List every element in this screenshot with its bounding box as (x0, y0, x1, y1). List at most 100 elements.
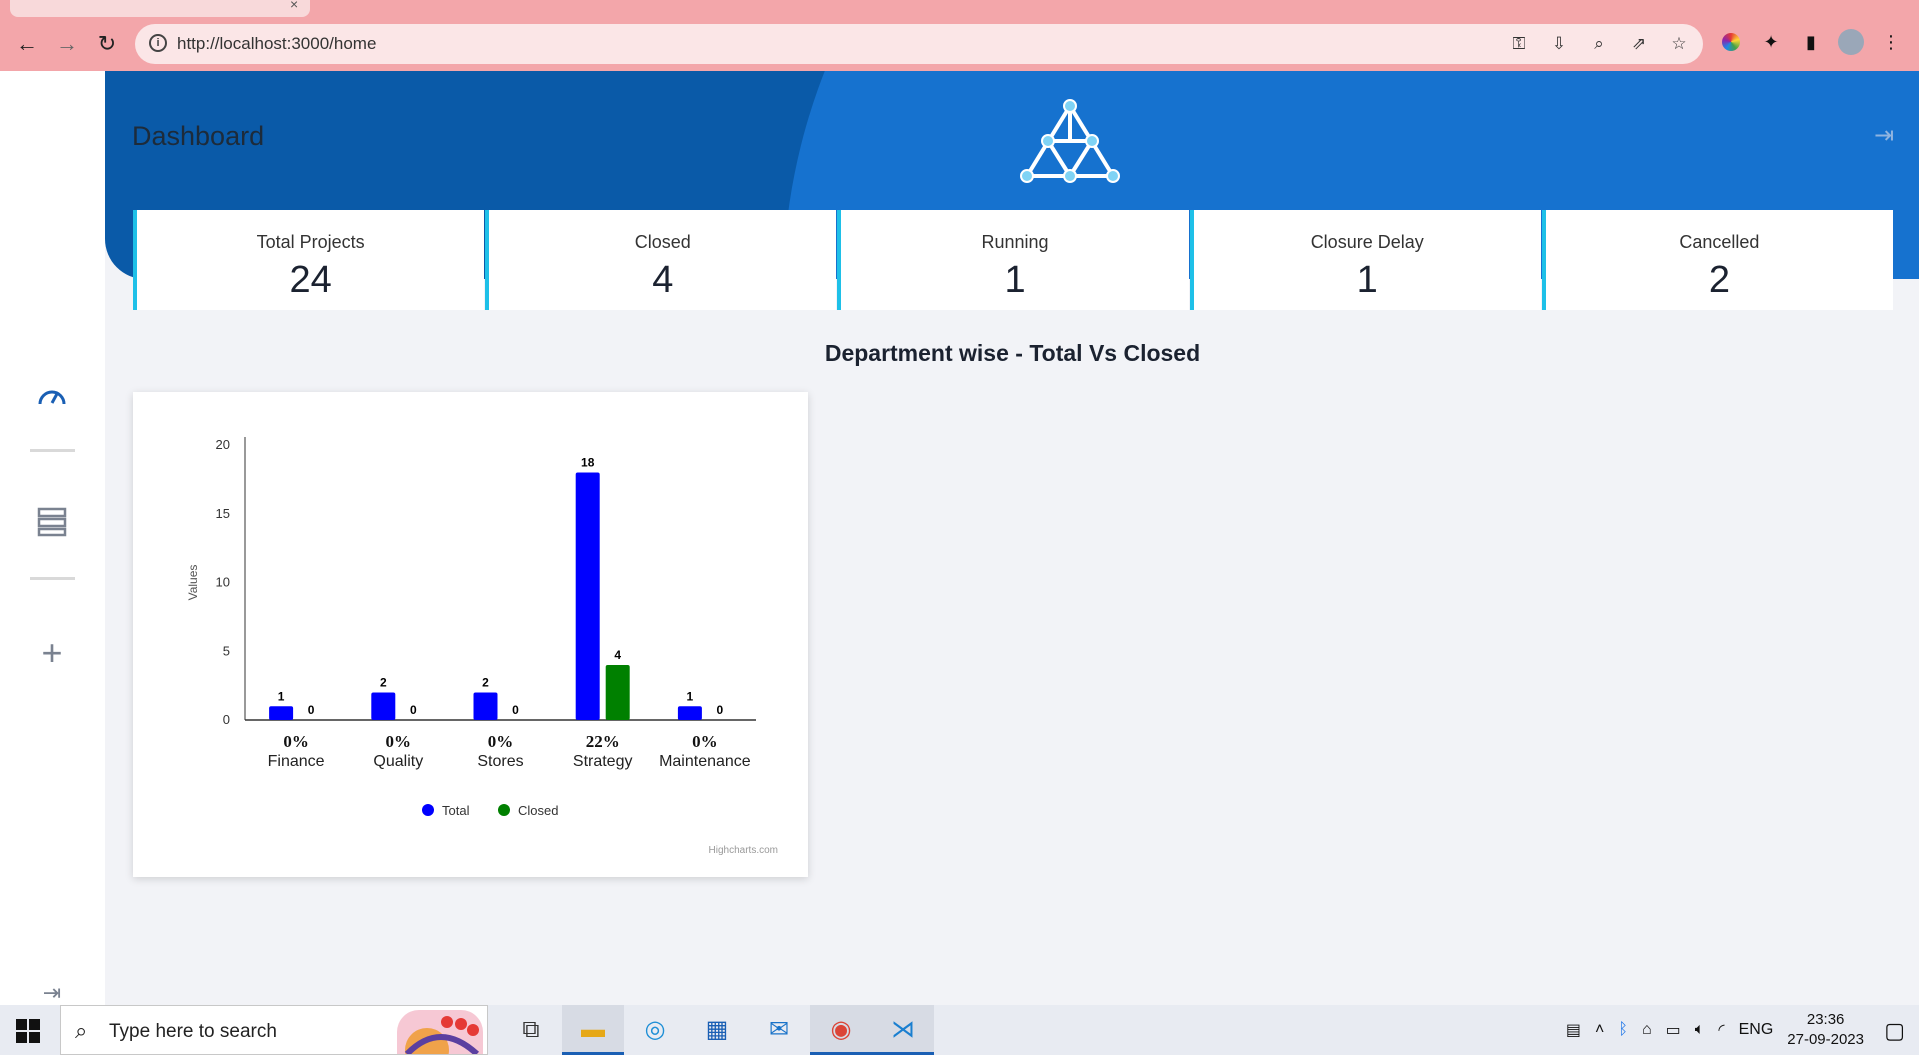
category-percentage: 0% (488, 732, 514, 751)
stat-card-closed: Closed 4 (485, 210, 837, 310)
data-label: 1 (687, 689, 694, 703)
url-text[interactable]: http://localhost:3000/home (177, 34, 376, 54)
news-widget-icon[interactable]: ▤ (1566, 1020, 1581, 1040)
color-wheel-extension-icon[interactable] (1722, 33, 1740, 51)
key-icon[interactable]: ⚿ (1507, 32, 1531, 56)
category-percentage: 0% (692, 732, 718, 751)
browser-toolbar: ← → ↻ i http://localhost:3000/home ⚿ ⇩ ⌕… (0, 17, 1919, 71)
bluetooth-icon[interactable]: ᛒ (1618, 1021, 1628, 1039)
meet-now-icon[interactable]: ⌂ (1642, 1021, 1652, 1039)
data-label: 18 (581, 456, 595, 470)
wifi-icon[interactable]: ◜ (1718, 1020, 1724, 1040)
edge-browser-icon[interactable]: ◎ (624, 1005, 686, 1055)
bar-total (677, 706, 702, 720)
notification-center-icon[interactable]: ▢ (1884, 1018, 1905, 1044)
language-indicator[interactable]: ENG (1739, 1021, 1774, 1039)
data-label: 0 (512, 703, 519, 717)
clock[interactable]: 23:36 27-09-2023 (1787, 1010, 1864, 1050)
legend-label: Total (442, 803, 470, 818)
x-tick-label: Stores (477, 753, 523, 770)
stat-label: Cancelled (1679, 232, 1760, 252)
share-icon[interactable]: ⇗ (1627, 32, 1651, 56)
data-label: 4 (614, 648, 621, 662)
data-label: 0 (717, 703, 724, 717)
mail-icon[interactable]: ✉ (748, 1005, 810, 1055)
back-arrow-icon[interactable]: ← (12, 29, 42, 59)
install-app-icon[interactable]: ⇩ (1547, 32, 1571, 56)
stat-label: Total Projects (256, 232, 365, 252)
tray-overflow-chevron-icon[interactable]: ˄ (1595, 1021, 1604, 1039)
stat-label: Closure Delay (1310, 232, 1424, 252)
stat-value: 4 (652, 259, 674, 301)
y-tick-label: 5 (223, 643, 230, 658)
sidebar-divider (30, 577, 75, 580)
stat-value: 1 (1004, 259, 1026, 301)
file-explorer-icon[interactable]: ▬ (562, 1005, 624, 1055)
x-tick-label: Finance (268, 753, 325, 770)
stat-card-cancelled: Cancelled 2 (1541, 210, 1894, 310)
search-icon: ⌕ (75, 1018, 88, 1043)
site-info-icon[interactable]: i (149, 34, 167, 52)
stat-label: Running (981, 232, 1049, 252)
sidebar-divider (30, 449, 75, 452)
stat-card-running: Running 1 (837, 210, 1189, 310)
category-percentage: 0% (283, 732, 309, 751)
legend-label: Closed (518, 803, 558, 818)
data-label: 2 (380, 676, 387, 690)
zoom-icon[interactable]: ⌕ (1587, 32, 1611, 56)
stat-value: 2 (1708, 259, 1730, 301)
clock-time: 23:36 (1806, 1011, 1845, 1028)
bookmark-star-icon[interactable]: ☆ (1667, 32, 1691, 56)
vscode-icon[interactable]: ⋊ (872, 1005, 934, 1055)
sidebar: + ⇥ (0, 71, 105, 1005)
dashboard-gauge-icon[interactable] (32, 379, 72, 419)
bar-chart: 05101520Values100%Finance200%Quality200%… (186, 437, 778, 856)
data-label: 2 (482, 676, 489, 690)
chrome-browser-icon[interactable]: ◉ (810, 1005, 872, 1055)
stat-value: 24 (289, 259, 332, 301)
y-tick-label: 10 (216, 575, 230, 590)
browser-menu-icon[interactable]: ⋮ (1878, 29, 1904, 55)
forward-arrow-icon[interactable]: → (52, 29, 82, 59)
bar-total (575, 472, 600, 720)
stat-value: 1 (1356, 259, 1378, 301)
screen: × ← → ↻ i http://localhost:3000/home ⚿ ⇩… (0, 0, 1919, 1055)
extensions-puzzle-icon[interactable]: ✦ (1758, 29, 1784, 55)
chart-heading: Department wise - Total Vs Closed (824, 340, 1201, 366)
y-tick-label: 15 (216, 506, 230, 521)
active-tab[interactable]: × (10, 0, 310, 17)
address-bar[interactable]: i http://localhost:3000/home ⚿ ⇩ ⌕ ⇗ ☆ (135, 24, 1703, 64)
data-label: 0 (410, 703, 417, 717)
bar-total (473, 692, 498, 720)
bar-total (269, 706, 294, 720)
reload-icon[interactable]: ↻ (92, 29, 122, 59)
stat-cards: Total Projects 24 Closed 4 Running 1 Clo… (133, 210, 1894, 310)
stat-label: Closed (634, 232, 691, 252)
legend-marker-closed (498, 804, 510, 816)
tab-strip: × (0, 0, 1919, 17)
profile-avatar[interactable] (1838, 29, 1864, 55)
app-logo (1020, 99, 1120, 183)
add-plus-icon[interactable]: + (32, 633, 72, 673)
logout-icon[interactable]: ⇥ (1869, 121, 1899, 151)
list-stack-icon[interactable] (32, 507, 72, 547)
taskbar-search-box[interactable]: ⌕ Type here to search (60, 1005, 488, 1055)
battery-icon[interactable]: ▭ (1666, 1020, 1681, 1040)
windows-start-icon[interactable] (16, 1019, 40, 1043)
clock-date: 27-09-2023 (1787, 1031, 1864, 1048)
category-percentage: 22% (586, 732, 620, 751)
store-icon[interactable]: ▦ (686, 1005, 748, 1055)
side-panel-icon[interactable]: ▮ (1798, 29, 1824, 55)
search-placeholder[interactable]: Type here to search (109, 1021, 277, 1043)
task-view-icon[interactable]: ⧉ (500, 1005, 562, 1055)
chart-panel: 0 5 10 15 20 Values 1 0 0% Finance 2 0 0% Quality 2 0 0%… (133, 392, 808, 877)
y-tick-label: 0 (223, 712, 230, 727)
tab-close-icon[interactable]: × (290, 0, 298, 12)
bar-closed (605, 665, 630, 720)
page-title: Dashboard (132, 121, 265, 151)
data-label: 1 (278, 689, 285, 703)
volume-icon[interactable]: 🔈︎ (1695, 1021, 1705, 1039)
stat-card-closure-delay: Closure Delay 1 (1189, 210, 1541, 310)
y-tick-label: 20 (216, 437, 230, 452)
data-label: 0 (308, 703, 315, 717)
